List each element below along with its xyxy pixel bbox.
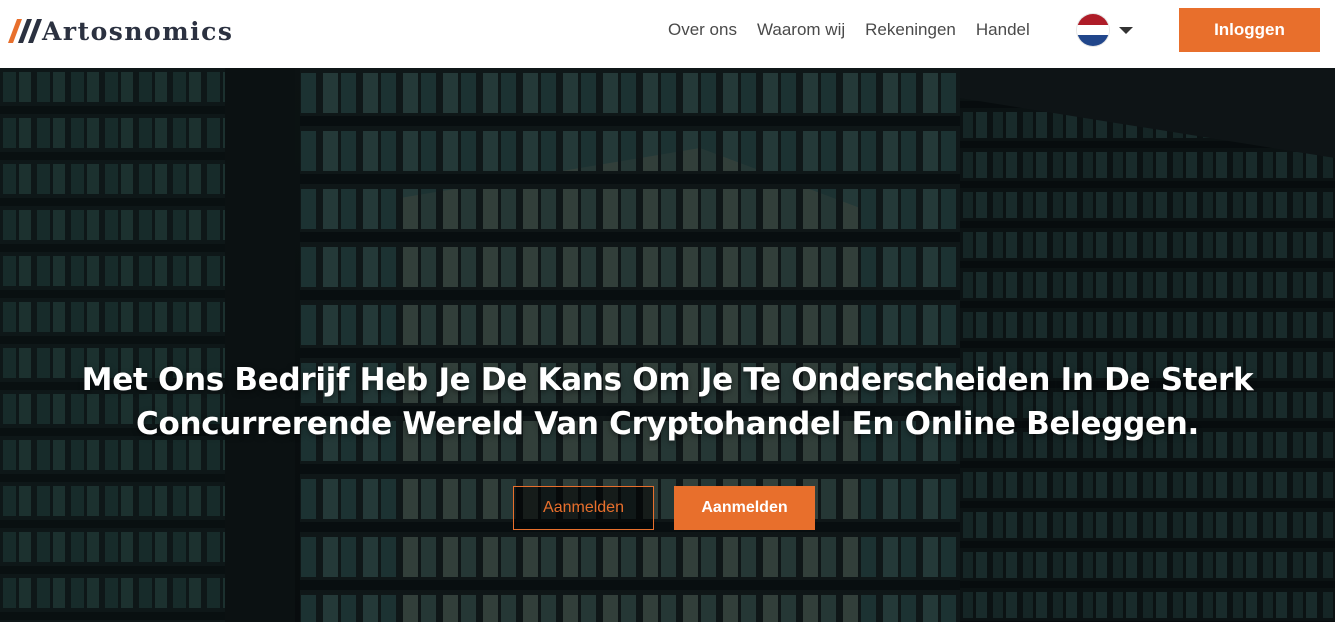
chevron-down-icon — [1119, 26, 1133, 34]
nav-item-rekeningen[interactable]: Rekeningen — [865, 18, 956, 42]
netherlands-flag-icon — [1077, 14, 1109, 46]
nav-item-over-ons[interactable]: Over ons — [668, 18, 737, 42]
login-button[interactable]: Inloggen — [1179, 8, 1320, 52]
language-selector[interactable] — [1077, 14, 1133, 46]
signup-solid-button[interactable]: Aanmelden — [674, 486, 815, 530]
brand-name: Artosnomics — [42, 16, 234, 46]
hero-section: Met Ons Bedrijf Heb Je De Kans Om Je Te … — [0, 68, 1335, 622]
signup-outline-button[interactable]: Aanmelden — [513, 486, 654, 530]
hero-title-line-1: Met Ons Bedrijf Heb Je De Kans Om Je Te … — [81, 362, 1254, 398]
hero-title: Met Ons Bedrijf Heb Je De Kans Om Je Te … — [40, 358, 1295, 446]
hero-title-line-2: Concurrerende Wereld Van Cryptohandel En… — [136, 406, 1199, 442]
logo-stripes-icon — [8, 19, 42, 43]
main-nav: Over ons Waarom wij Rekeningen Handel — [668, 18, 1050, 42]
site-header: Artosnomics Over ons Waarom wij Rekening… — [0, 0, 1335, 68]
brand-logo[interactable]: Artosnomics — [8, 14, 233, 48]
nav-item-handel[interactable]: Handel — [976, 18, 1030, 42]
nav-item-waarom-wij[interactable]: Waarom wij — [757, 18, 845, 42]
